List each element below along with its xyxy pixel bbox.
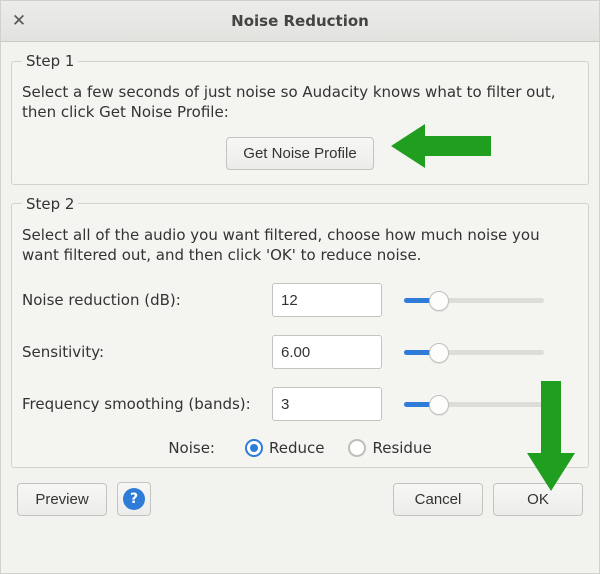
param-row-noise-reduction: Noise reduction (dB): xyxy=(22,283,578,317)
button-bar: Preview ? Cancel OK xyxy=(9,478,591,516)
preview-button[interactable]: Preview xyxy=(17,483,107,516)
ok-button[interactable]: OK xyxy=(493,483,583,516)
dialog-window: ✕ Noise Reduction Step 1 Select a few se… xyxy=(0,0,600,574)
help-icon: ? xyxy=(123,488,145,510)
step2-instruction: Select all of the audio you want filtere… xyxy=(22,225,578,266)
titlebar: ✕ Noise Reduction xyxy=(1,1,599,42)
radio-residue-indicator xyxy=(348,439,366,457)
dialog-content: Step 1 Select a few seconds of just nois… xyxy=(1,42,599,524)
radio-residue-label: Residue xyxy=(372,439,431,457)
noise-reduction-label: Noise reduction (dB): xyxy=(22,291,272,309)
radio-reduce-indicator xyxy=(245,439,263,457)
freq-smoothing-label: Frequency smoothing (bands): xyxy=(22,395,272,413)
freq-smoothing-input[interactable] xyxy=(272,387,382,421)
step1-group: Step 1 Select a few seconds of just nois… xyxy=(11,52,589,185)
step1-legend: Step 1 xyxy=(22,52,78,70)
radio-reduce[interactable]: Reduce xyxy=(245,439,324,457)
step2-group: Step 2 Select all of the audio you want … xyxy=(11,195,589,469)
dialog-title: Noise Reduction xyxy=(1,12,599,30)
cancel-button[interactable]: Cancel xyxy=(393,483,483,516)
radio-reduce-label: Reduce xyxy=(269,439,324,457)
get-noise-profile-button[interactable]: Get Noise Profile xyxy=(226,137,373,170)
noise-reduction-slider[interactable] xyxy=(404,290,544,310)
help-button[interactable]: ? xyxy=(117,482,151,516)
param-row-freq-smoothing: Frequency smoothing (bands): xyxy=(22,387,578,421)
noise-reduction-input[interactable] xyxy=(272,283,382,317)
sensitivity-input[interactable] xyxy=(272,335,382,369)
close-icon[interactable]: ✕ xyxy=(1,1,37,41)
radio-residue[interactable]: Residue xyxy=(348,439,431,457)
step1-instruction: Select a few seconds of just noise so Au… xyxy=(22,82,578,123)
noise-mode-row: Noise: Reduce Residue xyxy=(22,439,578,457)
sensitivity-slider[interactable] xyxy=(404,342,544,362)
sensitivity-label: Sensitivity: xyxy=(22,343,272,361)
param-row-sensitivity: Sensitivity: xyxy=(22,335,578,369)
noise-mode-label: Noise: xyxy=(168,439,215,457)
freq-smoothing-slider[interactable] xyxy=(404,394,544,414)
step2-legend: Step 2 xyxy=(22,195,78,213)
